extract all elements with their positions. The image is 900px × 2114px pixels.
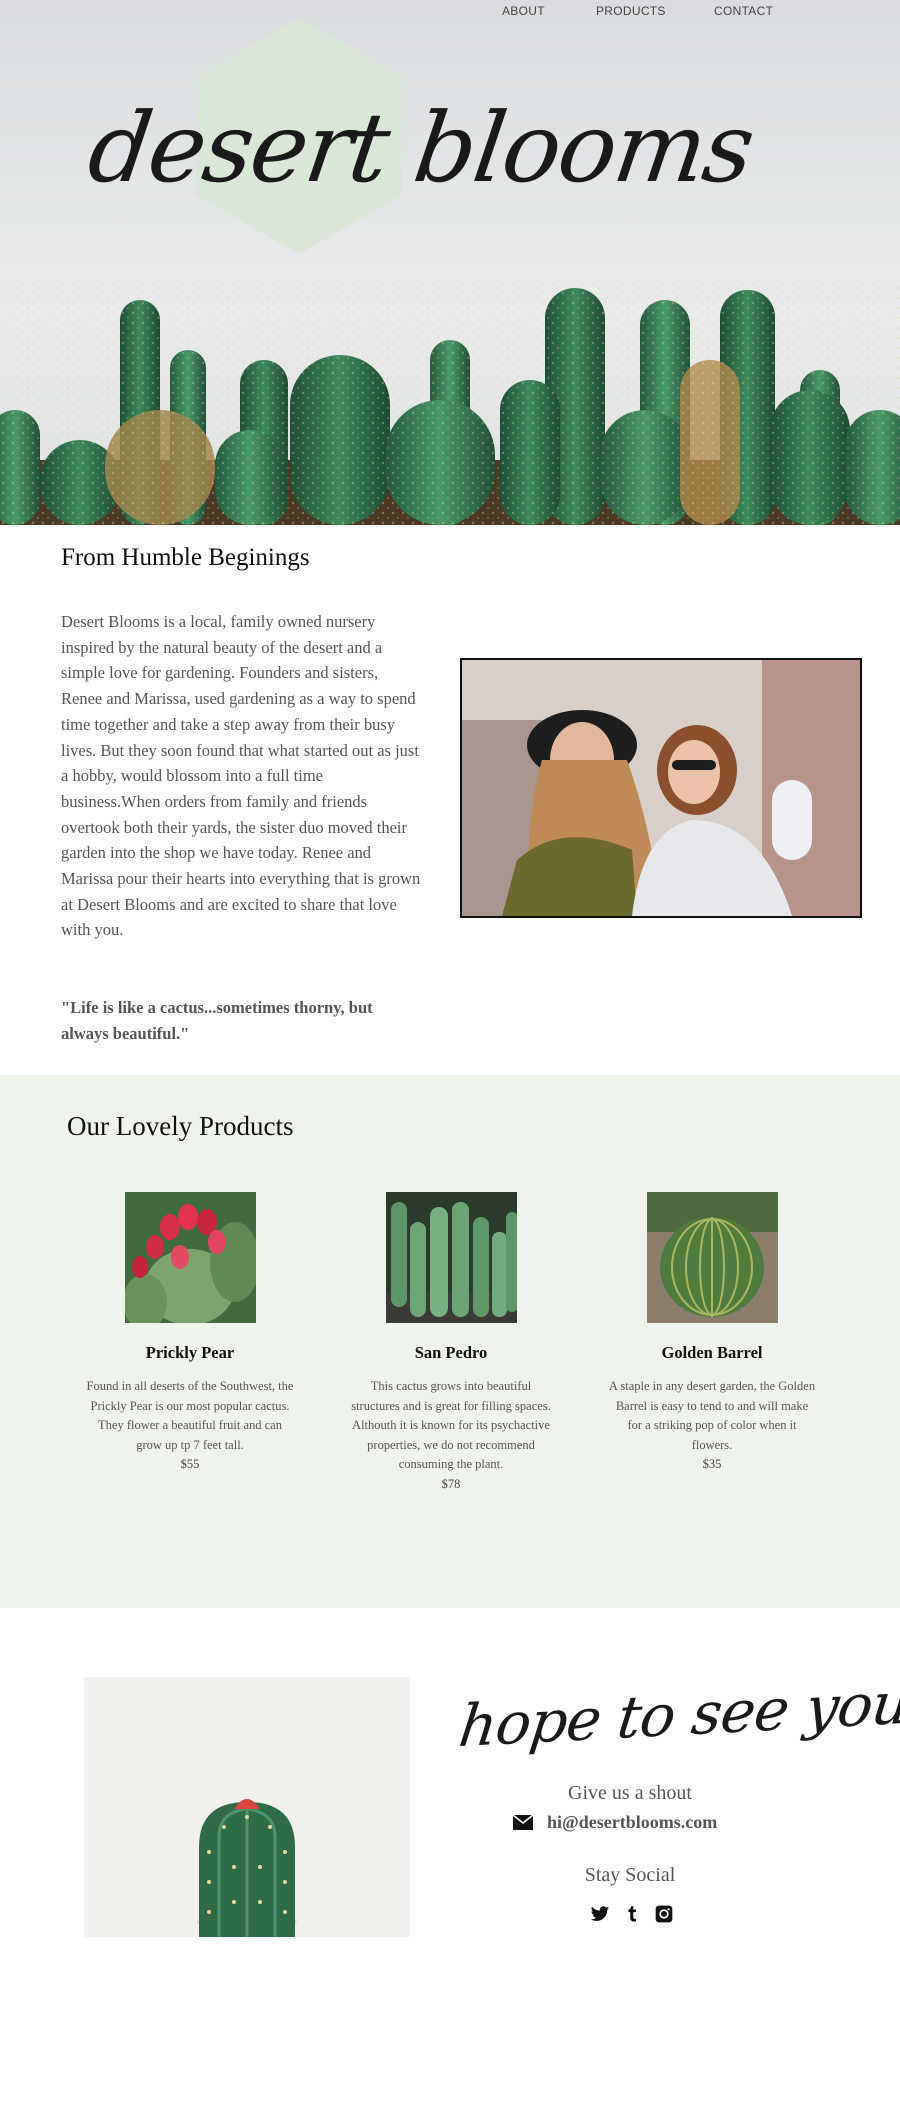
nav-about-link[interactable]: ABOUT xyxy=(502,4,545,18)
prickly-pear-image xyxy=(124,1192,256,1323)
product-card-san-pedro[interactable]: San Pedro This cactus grows into beautif… xyxy=(331,1192,571,1494)
stay-social-label: Stay Social xyxy=(584,1864,676,1886)
top-nav: ABOUT PRODUCTS CONTACT xyxy=(0,4,900,24)
product-name: Golden Barrel xyxy=(661,1343,763,1362)
golden-barrel-image xyxy=(646,1192,778,1323)
product-description: Found in all deserts of the Southwest, t… xyxy=(86,1379,294,1452)
email-row: hi@desertblooms.com xyxy=(513,1810,717,1834)
product-price: $78 xyxy=(441,1476,461,1491)
products-heading: Our Lovely Products xyxy=(67,1111,294,1141)
san-pedro-image xyxy=(385,1192,517,1323)
email-link[interactable]: hi@desertblooms.com xyxy=(547,1812,717,1833)
about-paragraph: Desert Blooms is a local, family owned n… xyxy=(61,612,421,940)
hero-banner: desert blooms ABOUT PRODUCTS CONTACT xyxy=(0,0,900,525)
envelope-icon xyxy=(513,1814,533,1830)
product-card-golden-barrel[interactable]: Golden Barrel A staple in any desert gar… xyxy=(592,1192,832,1475)
about-quote: "Life is like a cactus...sometimes thorn… xyxy=(61,998,373,1043)
single-cactus-photo xyxy=(84,1677,410,1937)
nav-contact-link[interactable]: CONTACT xyxy=(714,4,773,18)
tumblr-icon[interactable] xyxy=(622,1904,642,1924)
product-price: $35 xyxy=(702,1457,722,1471)
twitter-icon[interactable] xyxy=(590,1904,610,1924)
products-section: Our Lovely Products Prickly Pear Found i… xyxy=(0,1075,900,1608)
see-you-soon-script: hope to see you soon! xyxy=(455,1660,900,1761)
product-description: This cactus grows into beautiful structu… xyxy=(351,1379,551,1471)
product-price: $55 xyxy=(180,1457,200,1471)
instagram-icon[interactable] xyxy=(654,1904,674,1924)
brand-logo[interactable]: desert blooms xyxy=(82,92,759,204)
product-card-prickly-pear[interactable]: Prickly Pear Found in all deserts of the… xyxy=(70,1192,310,1475)
social-links xyxy=(590,1904,674,1924)
nav-products-link[interactable]: PRODUCTS xyxy=(596,4,666,18)
product-description: A staple in any desert garden, the Golde… xyxy=(608,1379,816,1452)
product-name: San Pedro xyxy=(414,1343,488,1362)
product-name: Prickly Pear xyxy=(145,1343,235,1362)
contact-shout-label: Give us a shout xyxy=(568,1782,692,1804)
founders-photo xyxy=(460,658,862,918)
about-heading: From Humble Beginings xyxy=(61,544,310,571)
cactus-field-image xyxy=(0,280,900,525)
